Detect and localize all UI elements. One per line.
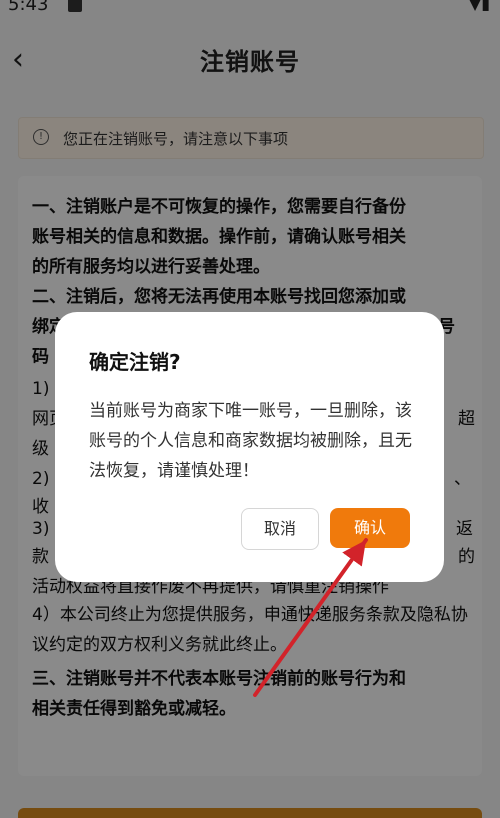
cancel-button[interactable]: 取消 xyxy=(241,508,319,550)
dialog-title: 确定注销? xyxy=(89,350,181,374)
confirm-dialog: 确定注销? 当前账号为商家下唯一账号，一旦删除，该账号的个人信息和商家数据均被删… xyxy=(55,312,444,582)
dialog-message: 当前账号为商家下唯一账号，一旦删除，该账号的个人信息和商家数据均被删除，且无法恢… xyxy=(89,401,412,481)
confirm-button[interactable]: 确认 xyxy=(330,508,410,548)
